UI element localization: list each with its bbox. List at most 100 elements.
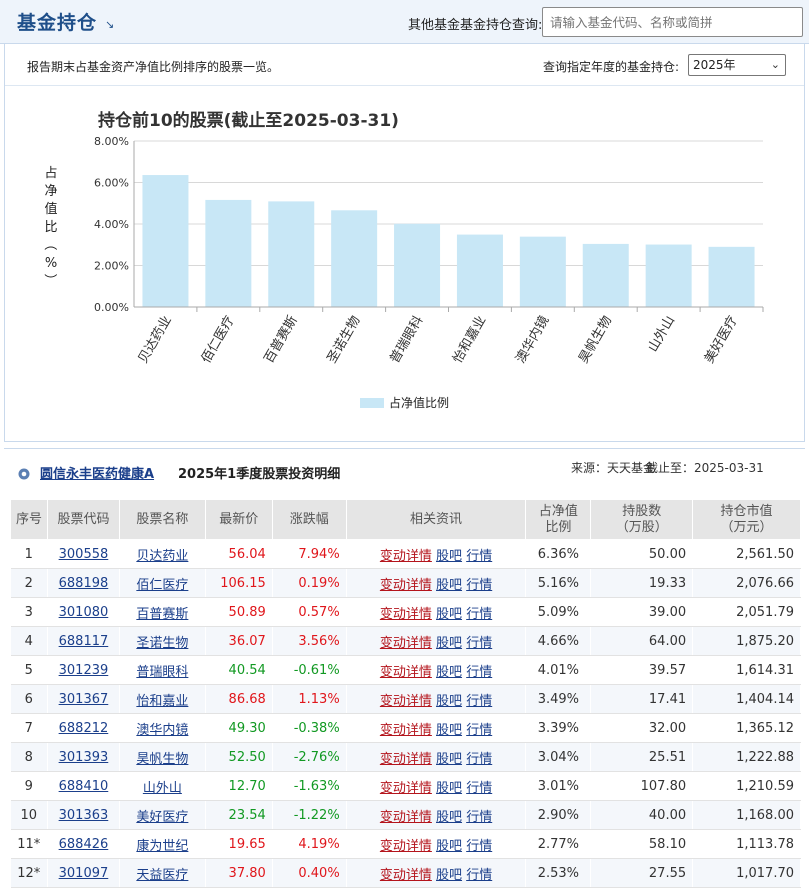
page-header: 基金持仓 ↘ 其他基金基金持仓查询:	[0, 0, 809, 44]
detail-link[interactable]: 变动详情	[380, 694, 432, 709]
x-tick-label: 佰仁医疗	[199, 314, 238, 367]
y-axis-label-char: 占	[44, 166, 57, 181]
forum-link[interactable]: 股吧	[436, 752, 462, 767]
forum-link[interactable]: 股吧	[436, 810, 462, 825]
detail-link[interactable]: 变动详情	[380, 665, 432, 680]
forum-link[interactable]: 股吧	[436, 868, 462, 883]
forum-link[interactable]: 股吧	[436, 694, 462, 709]
forum-link[interactable]: 股吧	[436, 781, 462, 796]
stock-code-link[interactable]: 688117	[59, 634, 109, 649]
forum-link[interactable]: 股吧	[436, 665, 462, 680]
fund-name-link[interactable]: 圆信永丰医药健康A	[40, 463, 154, 482]
stock-name-link[interactable]: 澳华内镜	[136, 723, 188, 738]
stock-code-link[interactable]: 688426	[59, 837, 109, 852]
quote-link[interactable]: 行情	[466, 578, 492, 593]
stock-name-link[interactable]: 圣诺生物	[136, 636, 188, 651]
cell-value: 1,168.00	[692, 800, 801, 830]
detail-link[interactable]: 变动详情	[380, 549, 432, 564]
cell-code: 301367	[47, 684, 120, 714]
holdings-panel: 报告期末占基金资产净值比例排序的股票一览。 查询指定年度的基金持仓: 2025年…	[4, 44, 805, 442]
stock-code-link[interactable]: 300558	[59, 547, 109, 562]
stock-code-link[interactable]: 301367	[59, 692, 109, 707]
quote-link[interactable]: 行情	[466, 868, 492, 883]
detail-link[interactable]: 变动详情	[380, 868, 432, 883]
header-code: 股票代码	[46, 499, 120, 540]
detail-link[interactable]: 变动详情	[380, 781, 432, 796]
cell-seq: 10	[10, 800, 48, 830]
detail-link[interactable]: 变动详情	[380, 752, 432, 767]
stock-code-link[interactable]: 301393	[59, 750, 109, 765]
cell-code: 688426	[47, 829, 120, 859]
quote-link[interactable]: 行情	[466, 752, 492, 767]
detail-link[interactable]: 变动详情	[380, 636, 432, 651]
stock-code-link[interactable]: 688198	[59, 576, 109, 591]
cell-code: 301363	[47, 800, 120, 830]
quote-link[interactable]: 行情	[466, 723, 492, 738]
cell-code: 300558	[47, 539, 120, 569]
stock-name-link[interactable]: 贝达药业	[136, 549, 188, 564]
detail-link[interactable]: 变动详情	[380, 723, 432, 738]
stock-name-link[interactable]: 怡和嘉业	[136, 694, 188, 709]
arrow-down-right-icon: ↘	[105, 18, 115, 31]
legend-label: 占净值比例	[389, 395, 449, 410]
detail-link[interactable]: 变动详情	[380, 810, 432, 825]
stock-code-link[interactable]: 688410	[59, 779, 109, 794]
cell-change: -2.76%	[272, 742, 347, 772]
stock-name-link[interactable]: 天益医疗	[136, 868, 188, 883]
stock-code-link[interactable]: 301080	[59, 605, 109, 620]
cell-price: 52.50	[205, 742, 273, 772]
chart-bar	[519, 236, 566, 307]
stock-code-link[interactable]: 688212	[59, 721, 109, 736]
stock-name-link[interactable]: 昊帆生物	[136, 752, 188, 767]
cell-news: 变动详情 股吧 行情	[346, 829, 527, 859]
cell-value: 1,404.14	[692, 684, 801, 714]
section-header: 圆信永丰医药健康A 2025年1季度股票投资明细 来源：天天基金 截止至：202…	[4, 448, 805, 488]
forum-link[interactable]: 股吧	[436, 839, 462, 854]
chart-bar	[268, 201, 315, 307]
header-price: 最新价	[204, 499, 273, 540]
detail-link[interactable]: 变动详情	[380, 578, 432, 593]
quote-link[interactable]: 行情	[466, 607, 492, 622]
stock-code-link[interactable]: 301097	[59, 866, 109, 881]
stock-code-link[interactable]: 301363	[59, 808, 109, 823]
cell-ratio: 6.36%	[525, 539, 592, 569]
cell-shares: 32.00	[590, 713, 694, 743]
stock-name-link[interactable]: 百普赛斯	[136, 607, 188, 622]
y-tick-label: 4.00%	[94, 218, 129, 231]
quote-link[interactable]: 行情	[466, 781, 492, 796]
cell-shares: 27.55	[590, 858, 694, 888]
stock-name-link[interactable]: 美好医疗	[136, 810, 188, 825]
quote-link[interactable]: 行情	[466, 839, 492, 854]
stock-name-link[interactable]: 康为世纪	[136, 839, 188, 854]
quote-link[interactable]: 行情	[466, 694, 492, 709]
header-change: 涨跌幅	[271, 499, 347, 540]
forum-link[interactable]: 股吧	[436, 549, 462, 564]
cell-change: -0.61%	[272, 655, 347, 685]
forum-link[interactable]: 股吧	[436, 723, 462, 738]
cell-news: 变动详情 股吧 行情	[346, 800, 527, 830]
detail-link[interactable]: 变动详情	[380, 607, 432, 622]
cell-price: 36.07	[205, 626, 273, 656]
quote-link[interactable]: 行情	[466, 549, 492, 564]
cell-value: 1,113.78	[692, 829, 801, 859]
stock-name-link[interactable]: 山外山	[143, 781, 182, 796]
cell-shares: 39.57	[590, 655, 694, 685]
quote-link[interactable]: 行情	[466, 636, 492, 651]
cell-ratio: 3.39%	[525, 713, 592, 743]
cell-ratio: 2.77%	[525, 829, 592, 859]
forum-link[interactable]: 股吧	[436, 578, 462, 593]
cell-value: 2,051.79	[692, 597, 801, 627]
quote-link[interactable]: 行情	[466, 665, 492, 680]
stock-code-link[interactable]: 301239	[59, 663, 109, 678]
stock-name-link[interactable]: 佰仁医疗	[136, 578, 188, 593]
forum-link[interactable]: 股吧	[436, 636, 462, 651]
cell-ratio: 3.49%	[525, 684, 592, 714]
fund-search-input[interactable]	[542, 7, 803, 37]
cell-change: 4.19%	[272, 829, 347, 859]
x-tick-label: 贝达药业	[136, 314, 175, 367]
stock-name-link[interactable]: 普瑞眼科	[136, 665, 188, 680]
detail-link[interactable]: 变动详情	[380, 839, 432, 854]
cell-name: 贝达药业	[119, 539, 206, 569]
forum-link[interactable]: 股吧	[436, 607, 462, 622]
quote-link[interactable]: 行情	[466, 810, 492, 825]
